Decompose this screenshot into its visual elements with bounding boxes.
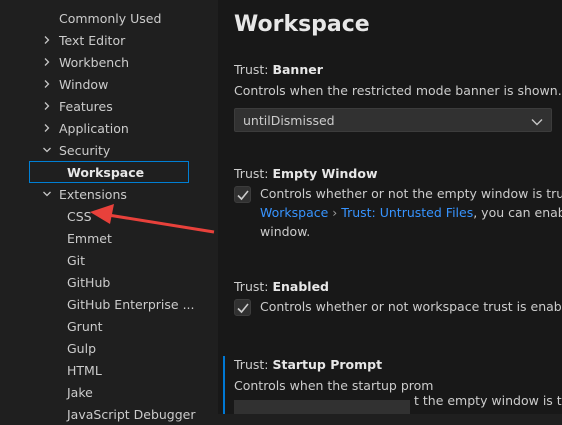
- tree-item-label: Security: [59, 142, 111, 158]
- tree-item[interactable]: Grunt: [0, 315, 218, 337]
- tree-item[interactable]: Security: [0, 139, 218, 161]
- setting-title-banner: Trust: Banner: [234, 62, 323, 77]
- tree-item-label: GitHub Enterprise ...: [67, 296, 195, 312]
- tree-item[interactable]: HTML: [0, 359, 218, 381]
- tree-item[interactable]: GitHub Enterprise ...: [0, 293, 218, 315]
- settings-tree: Commonly Used Text Editor Workbench Window F…: [0, 0, 218, 422]
- tree-item-label: Window: [59, 76, 109, 92]
- tree-item-label: Grunt: [67, 318, 103, 334]
- tooltip-text: t the empty window is trus: [414, 393, 562, 408]
- tree-item-label: Workspace: [67, 164, 145, 180]
- check-icon: [237, 303, 249, 314]
- tree-item-label: Jake: [67, 384, 93, 400]
- setting-description-enabled: Controls whether or not workspace trust …: [260, 299, 562, 314]
- tree-item-label: Emmet: [67, 230, 112, 246]
- setting-title-enabled: Trust: Enabled: [234, 279, 329, 294]
- chevron-right-icon[interactable]: [42, 123, 52, 133]
- tree-item-label: GitHub: [67, 274, 111, 290]
- tree-item-label: Features: [59, 98, 113, 114]
- tree-item[interactable]: Commonly Used: [0, 7, 218, 29]
- tree-item[interactable]: Git: [0, 249, 218, 271]
- workspace-link[interactable]: Workspace: [260, 205, 328, 220]
- chevron-down-icon[interactable]: [42, 189, 52, 199]
- tree-item[interactable]: JavaScript Debugger: [0, 403, 218, 425]
- tree-item[interactable]: Extensions: [0, 183, 218, 205]
- chevron-right-icon[interactable]: [42, 35, 52, 45]
- setting-description-startup-prompt: Controls when the startup prom: [234, 378, 434, 393]
- tree-item[interactable]: Gulp: [0, 337, 218, 359]
- tree-item[interactable]: Emmet: [0, 227, 218, 249]
- tree-item-label: Text Editor: [59, 32, 126, 48]
- chevron-right-icon[interactable]: [42, 57, 52, 67]
- empty-window-checkbox[interactable]: [234, 186, 251, 203]
- tree-item-label: JavaScript Debugger: [67, 406, 196, 422]
- tree-item-label: Workbench: [59, 54, 129, 70]
- settings-editor: Workspace Trust: Banner Controls when th…: [218, 0, 562, 414]
- tree-item[interactable]: Workspace: [0, 161, 218, 183]
- tree-item[interactable]: Features: [0, 95, 218, 117]
- check-icon: [237, 190, 249, 201]
- tree-item[interactable]: CSS: [0, 205, 218, 227]
- untrusted-files-link[interactable]: Trust: Untrusted Files: [341, 205, 473, 220]
- tree-item-label: Gulp: [67, 340, 97, 356]
- tree-item[interactable]: Application: [0, 117, 218, 139]
- focus-indicator: [223, 356, 225, 414]
- tree-item-label: HTML: [67, 362, 102, 378]
- chevron-right-icon[interactable]: [42, 101, 52, 111]
- tree-item[interactable]: Text Editor: [0, 29, 218, 51]
- tree-item[interactable]: Jake: [0, 381, 218, 403]
- setting-title-startup-prompt: Trust: Startup Prompt: [234, 357, 383, 372]
- tree-item-label: Application: [59, 120, 129, 136]
- chevron-right-icon[interactable]: [42, 79, 52, 89]
- setting-description-banner: Controls when the restricted mode banner…: [234, 83, 562, 98]
- tree-item-label: CSS: [67, 208, 92, 224]
- banner-select-value: untilDismissed: [243, 113, 335, 128]
- chevron-down-icon[interactable]: [42, 145, 52, 155]
- setting-description-empty-window: Controls whether or not the empty window…: [260, 186, 562, 239]
- startup-prompt-select[interactable]: [234, 400, 410, 414]
- tree-item[interactable]: Window: [0, 73, 218, 95]
- tree-item-label: Git: [67, 252, 86, 268]
- page-title: Workspace: [234, 12, 370, 37]
- tree-item[interactable]: GitHub: [0, 271, 218, 293]
- tree-item-label: Extensions: [59, 186, 127, 202]
- tree-item[interactable]: Workbench: [0, 51, 218, 73]
- tree-item-label: Commonly Used: [59, 10, 162, 26]
- banner-select[interactable]: untilDismissed: [234, 108, 552, 132]
- enabled-checkbox[interactable]: [234, 299, 251, 316]
- chevron-down-icon: [531, 115, 543, 130]
- setting-title-empty-window: Trust: Empty Window: [234, 166, 378, 181]
